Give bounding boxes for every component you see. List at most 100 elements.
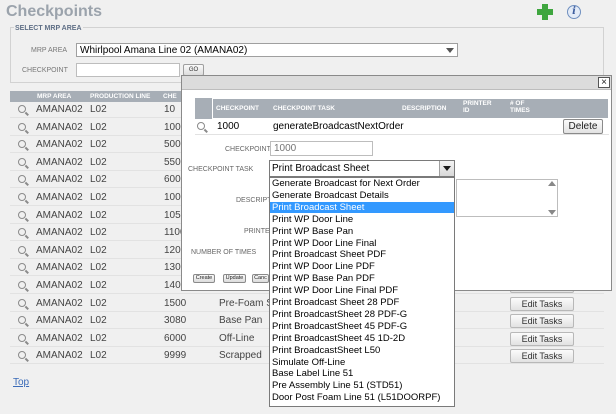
magnifier-icon[interactable] [18, 316, 26, 325]
magnifier-icon[interactable] [18, 228, 26, 237]
magnifier-icon[interactable] [18, 122, 26, 131]
dropdown-option[interactable]: Print BroadcastSheet 45 PDF-G [270, 321, 454, 333]
top-link[interactable]: Top [13, 377, 29, 388]
row-mrp-area: AMANA02 [36, 121, 83, 133]
task-row[interactable]: 1000 generateBroadcastNextOrder Delete [195, 119, 609, 135]
magnifier-icon[interactable] [18, 263, 26, 272]
magnifier-icon[interactable] [18, 281, 26, 289]
magnifier-icon[interactable] [18, 140, 26, 149]
dropdown-option[interactable]: Generate Broadcast Details [270, 190, 454, 202]
row-checkpoint: 1500 [164, 297, 187, 309]
magnifier-icon[interactable] [18, 105, 26, 113]
delete-button[interactable]: Delete [563, 119, 603, 134]
info-icon[interactable]: i [567, 5, 581, 19]
mrp-area-select-value: Whirlpool Amana Line 02 (AMANA02) [80, 45, 248, 56]
create-button[interactable]: Create [193, 274, 215, 283]
cancel-button[interactable]: Canc [252, 274, 269, 283]
task-column-task: CHECKPOINT TASK [273, 105, 335, 112]
plus-icon[interactable] [537, 4, 553, 20]
dropdown-option[interactable]: Pre Assembly Line 51 (STD51) [270, 380, 454, 392]
row-production-line: L02 [90, 156, 107, 168]
task-column-printer-id: PRINTER ID [463, 100, 492, 114]
dropdown-option[interactable]: Print WP Base Pan PDF [270, 273, 454, 285]
row-production-line: L02 [90, 104, 107, 115]
dropdown-option[interactable]: Print WP Base Pan [270, 226, 454, 238]
checkpoint-filter-label: CHECKPOINT [22, 67, 68, 74]
row-mrp-area: AMANA02 [36, 174, 83, 186]
checkpoint-filter-input[interactable] [76, 63, 180, 77]
task-column-description: DESCRIPTION [402, 105, 447, 112]
row-checkpoint: 3080 [164, 315, 187, 327]
row-checkpoint: 500 [164, 139, 181, 151]
row-mrp-area: AMANA02 [36, 156, 83, 168]
row-checkpoint: 10 [164, 104, 176, 115]
row-task: Off-Line [219, 332, 255, 344]
task-table-header-spacer [195, 98, 213, 119]
row-production-line: L02 [90, 121, 107, 133]
row-mrp-area: AMANA02 [36, 192, 83, 203]
task-dropdown-list: Generate Broadcast for Next Order Generat… [269, 177, 455, 407]
column-header-checkpoint[interactable]: CHE [163, 91, 177, 102]
scroll-down-icon[interactable] [548, 210, 556, 215]
magnifier-icon[interactable] [18, 333, 26, 342]
form-task-label: CHECKPOINT TASK [188, 166, 254, 173]
dropdown-option[interactable]: Simulate Off-Line [270, 357, 454, 369]
dropdown-option[interactable]: Print WP Door Line Final PDF [270, 285, 454, 297]
row-production-line: L02 [90, 139, 107, 151]
row-production-line: L02 [90, 174, 107, 186]
dropdown-option[interactable]: Print BroadcastSheet 45 1D-2D [270, 333, 454, 345]
row-production-line: L02 [90, 297, 107, 309]
edit-tasks-button[interactable]: Edit Tasks [510, 314, 574, 329]
dropdown-option[interactable]: Generate Broadcast for Next Order [270, 178, 454, 190]
row-mrp-area: AMANA02 [36, 280, 83, 291]
form-times-label: NUMBER OF TIMES [191, 249, 257, 256]
dropdown-option[interactable]: Door Post Foam Line 51 (L51DOORPF) [270, 392, 454, 404]
row-checkpoint: 9999 [164, 350, 187, 362]
edit-tasks-button[interactable]: Edit Tasks [510, 296, 574, 311]
row-mrp-area: AMANA02 [36, 315, 83, 327]
row-production-line: L02 [90, 280, 107, 291]
dropdown-option[interactable]: Print Broadcast Sheet [270, 201, 454, 214]
close-icon[interactable]: × [598, 77, 610, 88]
dropdown-option[interactable]: Base Label Line 51 [270, 368, 454, 380]
page-title: Checkpoints [6, 3, 103, 20]
row-checkpoint: 6000 [164, 332, 187, 344]
magnifier-icon[interactable] [18, 245, 26, 254]
update-button[interactable]: Update [223, 274, 246, 283]
dropdown-option[interactable]: Print WP Door Line PDF [270, 261, 454, 273]
magnifier-icon[interactable] [18, 157, 26, 166]
dropdown-option[interactable]: Print Broadcast Sheet PDF [270, 249, 454, 261]
scroll-up-icon[interactable] [548, 181, 556, 186]
chevron-down-icon[interactable] [439, 161, 454, 176]
dropdown-option[interactable]: Print WP Door Line [270, 214, 454, 226]
dropdown-option[interactable]: Print BroadcastSheet 28 PDF-G [270, 309, 454, 321]
row-checkpoint: 600 [164, 174, 181, 186]
task-column-times: # OF TIMES [510, 100, 530, 114]
magnifier-icon[interactable] [18, 298, 26, 307]
edit-tasks-button[interactable]: Edit Tasks [510, 349, 574, 364]
row-task: Base Pan [219, 315, 263, 327]
row-production-line: L02 [90, 244, 107, 256]
row-mrp-area: AMANA02 [36, 209, 83, 221]
dialog-titlebar: × [182, 76, 611, 90]
row-mrp-area: AMANA02 [36, 332, 83, 344]
dropdown-option[interactable]: Print WP Door Line Final [270, 238, 454, 250]
magnifier-icon[interactable] [18, 351, 26, 360]
edit-tasks-button[interactable]: Edit Tasks [510, 331, 574, 346]
magnifier-icon[interactable] [18, 175, 26, 184]
magnifier-icon[interactable] [18, 210, 26, 219]
form-description-textarea[interactable] [456, 179, 558, 217]
form-task-select[interactable]: Print Broadcast Sheet [269, 160, 455, 177]
mrp-area-select[interactable]: Whirlpool Amana Line 02 (AMANA02) [76, 43, 458, 57]
row-production-line: L02 [90, 227, 107, 239]
column-header-production-line[interactable]: PRODUCTION LINE [90, 91, 150, 102]
magnifier-icon[interactable] [18, 193, 26, 201]
column-header-mrp-area[interactable]: MRP AREA [37, 91, 71, 102]
magnifier-icon[interactable] [197, 122, 205, 130]
row-task: Pre-Foam S [219, 297, 273, 309]
row-production-line: L02 [90, 192, 107, 203]
dropdown-option[interactable]: Print Broadcast Sheet 28 PDF [270, 297, 454, 309]
dropdown-option[interactable]: Print BroadcastSheet L50 [270, 345, 454, 357]
select-mrp-area-legend: SELECT MRP AREA [14, 25, 83, 32]
form-checkpoint-input[interactable] [270, 141, 373, 156]
